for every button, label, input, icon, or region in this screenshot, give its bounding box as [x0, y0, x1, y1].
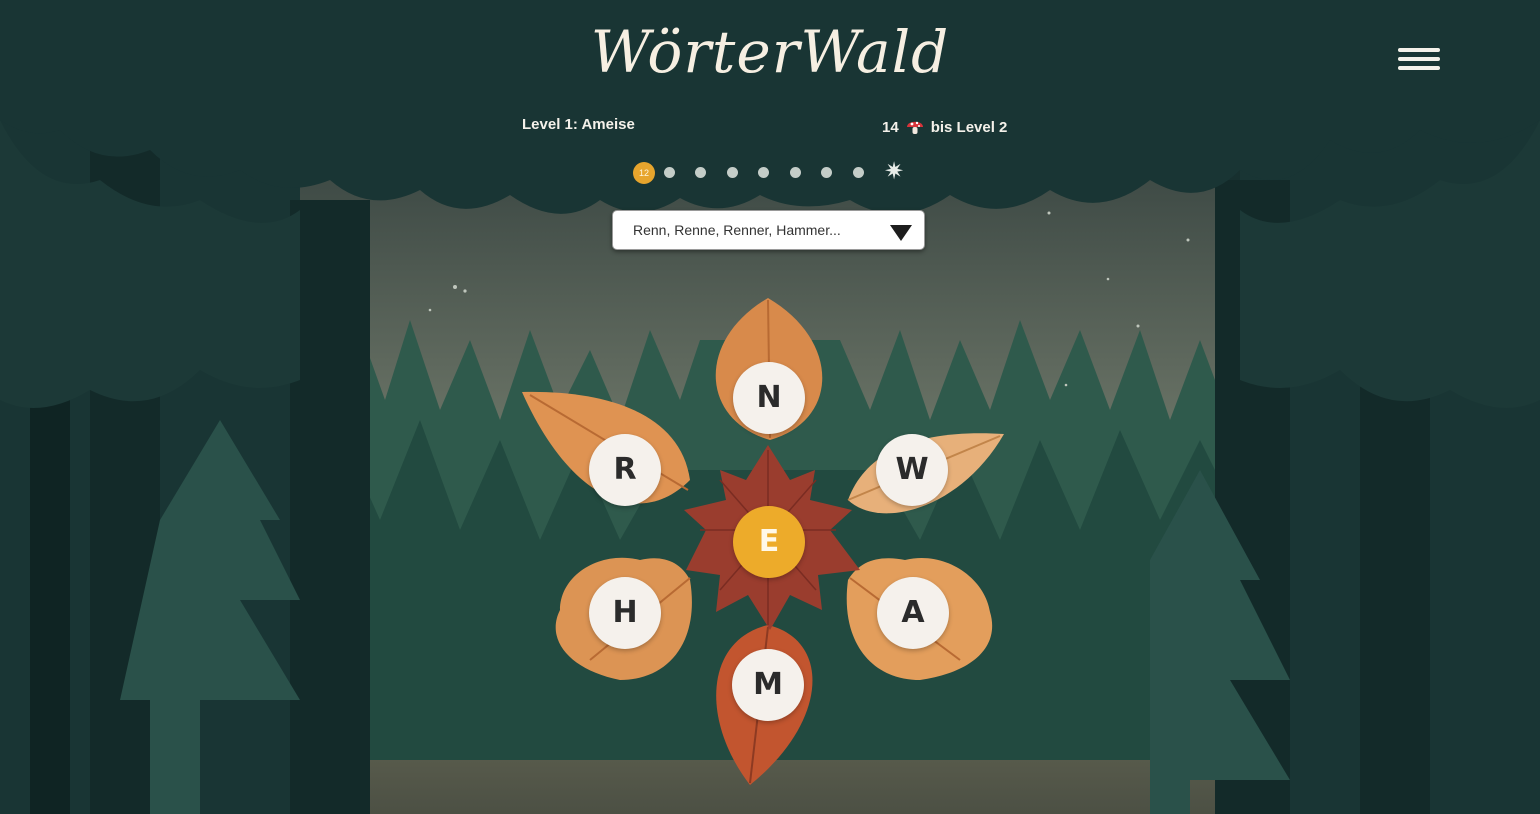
progress-suffix: bis Level 2	[930, 118, 1008, 136]
progress-dot	[790, 167, 801, 178]
letter-button-center[interactable]: E	[733, 506, 805, 578]
menu-bar	[1398, 57, 1440, 61]
menu-bar	[1398, 48, 1440, 52]
progress-dot	[821, 167, 832, 178]
star-icon: ✷	[884, 158, 905, 185]
letter-button-lower-left[interactable]: H	[589, 577, 661, 649]
progress-dot	[758, 167, 769, 178]
found-words-dropdown[interactable]: Renn, Renne, Renner, Hammer...	[612, 210, 925, 250]
hamburger-menu-icon[interactable]	[1398, 48, 1440, 76]
progress-dot	[853, 167, 864, 178]
letter-button-top[interactable]: N	[733, 362, 805, 434]
letter-button-upper-left[interactable]: R	[589, 434, 661, 506]
letter-button-bottom[interactable]: M	[732, 649, 804, 721]
app-logo: WörterWald	[590, 18, 950, 86]
mushroom-icon	[906, 121, 923, 134]
letter-button-upper-right[interactable]: W	[876, 434, 948, 506]
level-progress-label: 14 bis Level 2	[882, 117, 1007, 137]
progress-dot	[727, 167, 738, 178]
letter-button-lower-right[interactable]: A	[877, 577, 949, 649]
found-words-selected: Renn, Renne, Renner, Hammer...	[633, 222, 841, 238]
chevron-down-icon	[890, 225, 912, 241]
progress-dot	[695, 167, 706, 178]
progress-count: 14	[882, 118, 899, 136]
progress-dot	[664, 167, 675, 178]
menu-bar	[1398, 66, 1440, 70]
progress-dot-current: 12	[633, 162, 655, 184]
level-label: Level 1: Ameise	[522, 116, 635, 133]
